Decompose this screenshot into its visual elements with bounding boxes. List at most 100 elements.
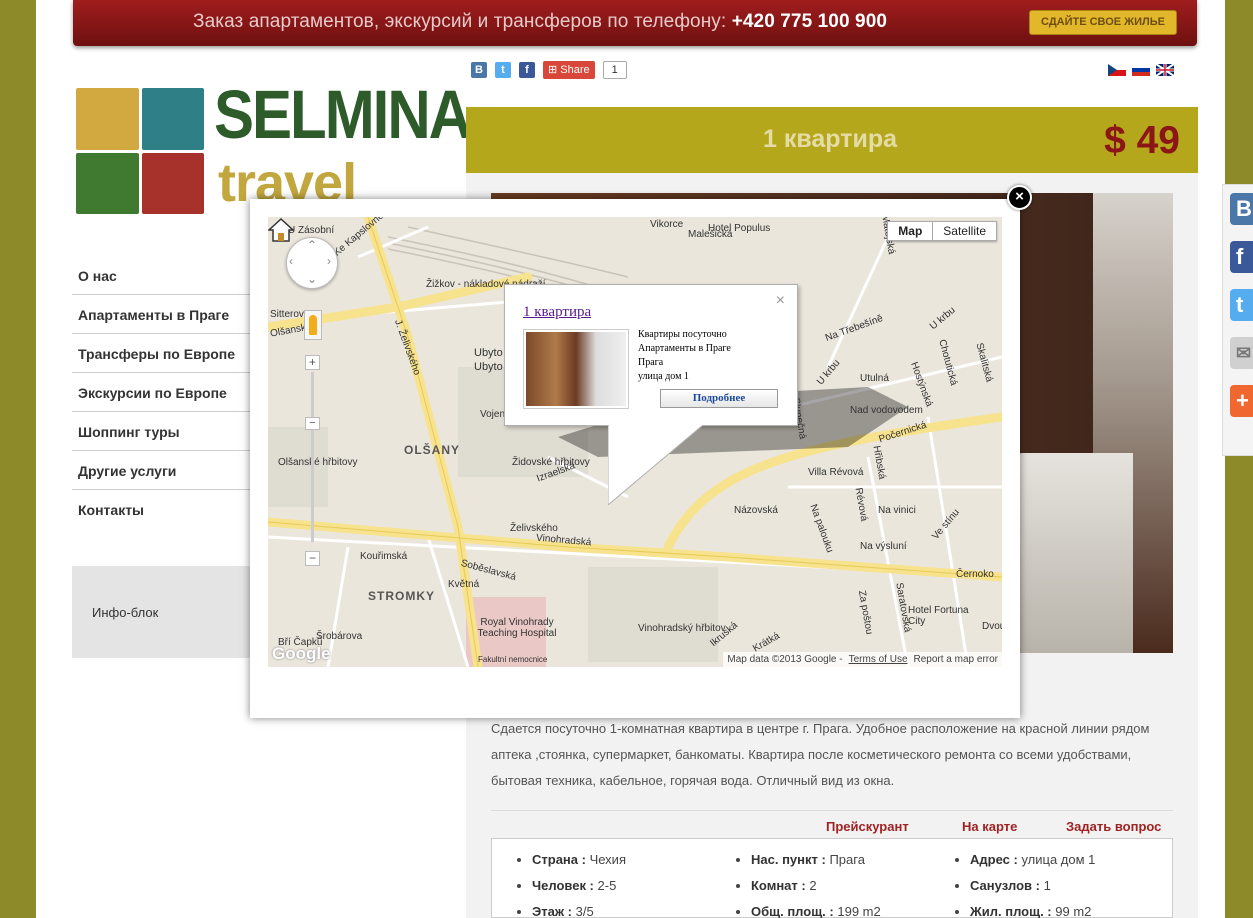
map-type-satellite-button[interactable]: Satellite [933,222,996,240]
property-floor: Этаж : 3/5 [532,899,626,918]
english-flag[interactable] [1156,64,1174,76]
map-label: STROMKY [368,589,435,603]
banner-text: Заказ апартаментов, экскурсий и трансфер… [193,11,888,32]
language-flags [1108,64,1174,76]
share-button[interactable]: ⊞ Share [543,61,595,79]
map-label: Kouřimská [360,551,408,562]
map-label: Židovské hřbitovy [512,457,590,468]
map-label: Šrobárova [316,631,363,642]
street-view-pegman-icon[interactable] [304,310,322,340]
russian-flag[interactable] [1132,64,1150,76]
property-city: Нас. пункт : Прага [751,847,881,873]
map-label: Hotel Fortuna City [908,605,969,627]
menu-item-contacts[interactable]: Контакты [72,490,252,529]
menu-item-transfers[interactable]: Трансферы по Европе [72,334,252,373]
tab-price-list[interactable]: Прейскурант [826,819,909,834]
map-label: Dvou [982,621,1002,632]
banner-phone: +420 775 100 900 [731,11,888,32]
info-block-label: Инфо-блок [92,605,159,620]
info-window-text: Квартиры посуточно Апартаменты в Праге П… [638,329,731,382]
map-label: Vikorce [650,219,684,230]
map-info-window: 1 квартира × Квартиры посуточно Апартаме… [504,284,798,426]
map-label: Květná [448,579,480,590]
floating-social-bar: B f t ✉ + [1222,184,1253,456]
map-type-map-button[interactable]: Map [888,222,934,240]
listing-price: $ 49 [1104,119,1180,162]
report-map-error-link[interactable]: Report a map error [914,654,998,665]
social-share-row: B t f ⊞ Share 1 [471,61,627,79]
logo-word-selmina: SELMINA [214,75,472,154]
tab-ask-question[interactable]: Задать вопрос [1066,819,1161,834]
info-window-pointer [608,425,704,505]
listing-description: Сдается посуточно 1-комнатная квартира в… [491,721,1150,788]
listing-tabs: Прейскурант На карте Задать вопрос [491,810,1173,838]
modal-close-icon[interactable]: × [1007,185,1032,210]
map-label: U Zásobní [288,225,335,236]
menu-item-shopping-tours[interactable]: Шоппинг туры [72,412,252,451]
mail-icon[interactable]: ✉ [1230,337,1253,369]
menu-item-about[interactable]: О нас [72,256,252,295]
side-menu: О нас Апартаменты в Праге Трансферы по Е… [72,256,252,529]
menu-item-apartments[interactable]: Апартаменты в Праге [72,295,252,334]
share-count: 1 [602,61,627,79]
google-map[interactable]: Vikorce Hotel Populus Žižkov - nákladové… [268,217,1002,667]
vkontakte-icon[interactable]: B [471,62,487,78]
more-icon[interactable]: + [1230,385,1253,417]
twitter-icon[interactable]: t [495,62,511,78]
properties-column-1: Страна : Чехия Человек : 2-5 Этаж : 3/5 [512,847,626,918]
info-window-details-button[interactable]: Подробнее [660,389,778,408]
map-label: Černoko [956,569,994,580]
map-label: Fakultní nemocnice [478,655,548,664]
map-label: Želivského [510,523,558,534]
top-banner: Заказ апартаментов, экскурсий и трансфер… [73,0,1197,46]
map-attribution: Map data ©2013 Google - Terms of Use Rep… [723,652,1002,667]
map-label: Na výsluní [860,541,907,552]
map-label: Názovská [734,505,778,516]
map-label: Villa Révová [808,467,864,478]
menu-item-other-services[interactable]: Другие услуги [72,451,252,490]
zoom-slider-handle[interactable]: − [305,417,320,430]
zoom-out-button[interactable]: − [305,551,320,566]
map-label: Na vinici [878,505,916,516]
facebook-icon[interactable]: f [519,62,535,78]
info-window-title-link[interactable]: 1 квартира [523,304,591,321]
map-type-control: Map Satellite [887,221,997,241]
terms-of-use-link[interactable]: Terms of Use [849,654,908,665]
property-people: Человек : 2-5 [532,873,626,899]
listing-properties: Страна : Чехия Человек : 2-5 Этаж : 3/5 … [491,838,1173,918]
facebook-icon[interactable]: f [1230,241,1253,273]
info-window-thumbnail [523,329,629,409]
house-marker-icon[interactable] [268,217,294,243]
property-total-area: Общ. площ. : 199 m2 [751,899,881,918]
map-label: Royal Vinohrady Teaching Hospital [477,617,557,639]
map-label: Ubyto [474,347,503,359]
property-bathrooms: Санузлов : 1 [970,873,1095,899]
map-label: Vinohradský hřbitov [638,623,726,634]
tab-on-map[interactable]: На карте [962,819,1017,834]
listing-title-bar: 1 квартира $ 49 [466,107,1198,173]
czech-flag[interactable] [1108,64,1126,76]
logo-tiles [76,88,204,214]
property-living-area: Жил. площ. : 99 m2 [970,899,1095,918]
info-block: Инфо-блок [72,566,262,658]
map-label: Utulná [860,373,889,384]
menu-item-excursions[interactable]: Экскурсии по Европе [72,373,252,412]
map-label: Olšanské hřbitovy [278,457,358,468]
vkontakte-icon[interactable]: B [1230,193,1253,225]
property-address: Адрес : улица дом 1 [970,847,1095,873]
info-window-close-icon[interactable]: × [776,292,785,310]
listing-title: 1 квартира [763,125,898,153]
zoom-in-button[interactable]: + [305,355,320,370]
twitter-icon[interactable]: t [1230,289,1253,321]
map-pan-control[interactable]: ⌃ ⌄ ‹ › [286,237,338,289]
properties-column-2: Нас. пункт : Прага Комнат : 2 Общ. площ.… [731,847,881,918]
list-property-button[interactable]: СДАЙТЕ СВОЕ ЖИЛЬЕ [1029,10,1177,35]
property-rooms: Комнат : 2 [751,873,881,899]
google-logo: Google [272,644,331,663]
selmina-travel-logo[interactable]: SELMINA travel [76,76,472,216]
map-label: Nad vodovodem [850,405,923,416]
map-label: Malešická [688,229,733,240]
zoom-slider-track[interactable] [311,372,314,542]
properties-column-3: Адрес : улица дом 1 Санузлов : 1 Жил. пл… [950,847,1095,918]
property-country: Страна : Чехия [532,847,626,873]
